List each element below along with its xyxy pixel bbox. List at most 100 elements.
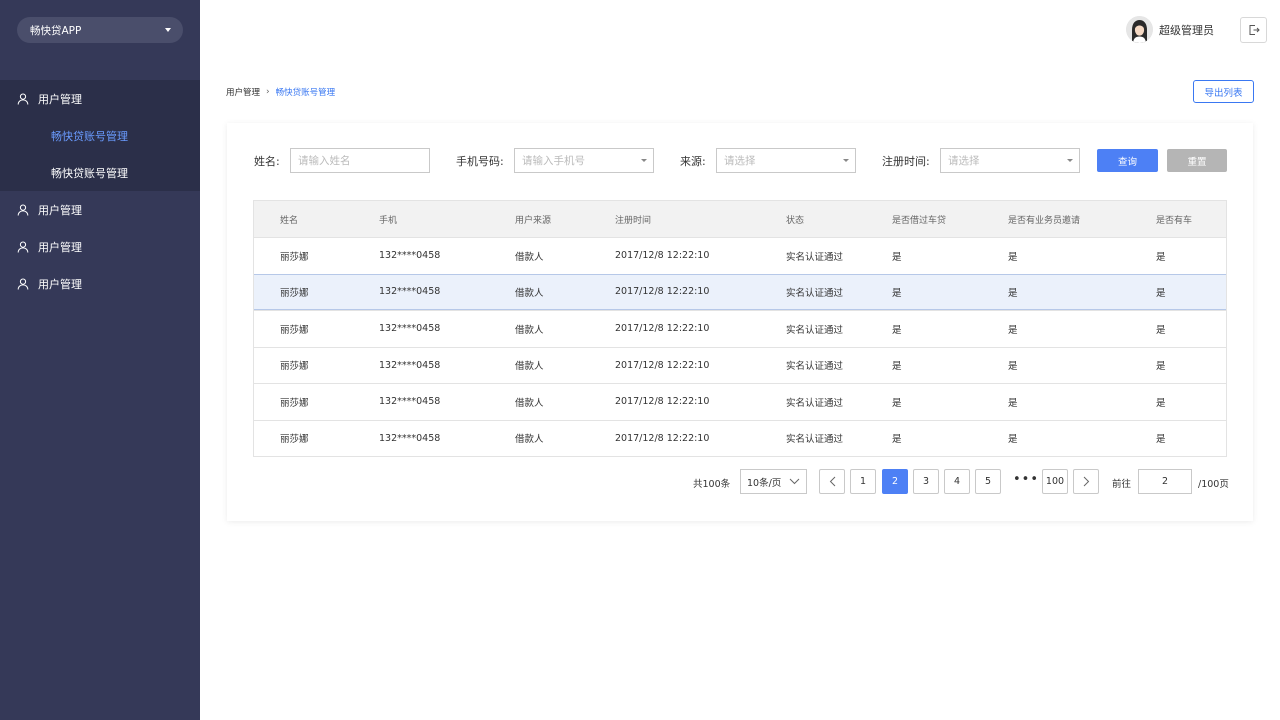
table-cell: 2017/12/8 12:22:10: [615, 250, 710, 262]
menu-item-user-management-2[interactable]: 用户管理: [0, 191, 200, 228]
name-input[interactable]: 请输入姓名: [290, 148, 430, 173]
column-header: 用户来源: [515, 215, 552, 226]
menu-item-user-management-3[interactable]: 用户管理: [0, 228, 200, 265]
page-button-1[interactable]: 1: [850, 469, 876, 494]
table-cell: 实名认证通过: [786, 397, 844, 409]
menu-item-label: 用户管理: [38, 277, 82, 291]
phone-input[interactable]: 请输入手机号: [514, 148, 654, 173]
page-button-last[interactable]: 100: [1042, 469, 1068, 494]
user-icon: [17, 93, 29, 105]
query-button[interactable]: 查询: [1097, 149, 1158, 172]
avatar-image: [1126, 16, 1153, 43]
table-cell: 2017/12/8 12:22:10: [615, 359, 710, 371]
chevron-right-icon: ›: [266, 87, 270, 97]
table-cell: 132****0458: [379, 250, 441, 262]
table-cell: 是: [892, 324, 902, 336]
export-list-button[interactable]: 导出列表: [1193, 80, 1254, 103]
source-select[interactable]: 请选择: [716, 148, 856, 173]
column-header: 是否有车: [1156, 215, 1193, 226]
table-cell: 实名认证通过: [786, 251, 844, 263]
app-name: 畅快贷APP: [30, 24, 82, 37]
reset-button[interactable]: 重置: [1167, 149, 1227, 172]
table-cell: 丽莎娜: [280, 251, 309, 263]
table-cell: 丽莎娜: [280, 324, 309, 336]
column-header: 状态: [786, 215, 805, 226]
caret-down-icon: [165, 28, 171, 32]
goto-label: 前往: [1112, 479, 1132, 490]
page-button-4[interactable]: 4: [944, 469, 970, 494]
table-cell: 丽莎娜: [280, 287, 309, 299]
breadcrumb: 用户管理 › 畅快贷账号管理: [226, 86, 335, 98]
table-row[interactable]: 丽莎娜 132****0458 借款人 2017/12/8 12:22:10 实名认证通…: [254, 237, 1226, 274]
menu-item-label: 用户管理: [38, 203, 82, 217]
user-icon: [17, 204, 29, 216]
logout-icon: [1249, 25, 1260, 35]
table-cell: 2017/12/8 12:22:10: [615, 323, 710, 335]
column-header: 是否有业务员邀请: [1008, 215, 1081, 226]
chevron-right-icon: [1083, 476, 1089, 487]
table-cell: 实名认证通过: [786, 324, 844, 336]
submenu-item-label: 畅快贷账号管理: [51, 129, 128, 143]
user-icon: [17, 241, 29, 253]
table-cell: 借款人: [515, 434, 544, 446]
table-cell: 是: [1008, 251, 1018, 263]
breadcrumb-current: 畅快贷账号管理: [275, 88, 336, 98]
table-cell: 是: [1008, 324, 1018, 336]
table-cell: 借款人: [515, 324, 544, 336]
submenu-item-account-management-2[interactable]: 畅快贷账号管理: [0, 154, 200, 191]
next-page-button[interactable]: [1073, 469, 1099, 494]
user-icon: [17, 278, 29, 290]
sidebar-menu: 用户管理 畅快贷账号管理 畅快贷账号管理 用户管理 用户管理 用户管理: [0, 80, 200, 302]
menu-item-user-management-4[interactable]: 用户管理: [0, 265, 200, 302]
table-row[interactable]: 丽莎娜 132****0458 借款人 2017/12/8 12:22:10 实名认证通…: [254, 273, 1226, 310]
table-cell: 132****0458: [379, 432, 441, 444]
menu-group-user-management: 用户管理 畅快贷账号管理 畅快贷账号管理: [0, 80, 200, 191]
table-cell: 是: [1156, 397, 1166, 409]
username: 超级管理员: [1159, 23, 1214, 37]
menu-item-label: 用户管理: [38, 92, 82, 106]
user-profile[interactable]: 超级管理员: [1126, 16, 1214, 43]
logout-button[interactable]: [1240, 17, 1267, 43]
user-table: 姓名 手机 用户来源 注册时间 状态 是否借过车贷 是否有业务员邀请 是否有车 丽莎娜 132**…: [253, 200, 1227, 457]
table-cell: 借款人: [515, 361, 544, 373]
column-header: 手机: [379, 215, 398, 226]
page-button-5[interactable]: 5: [975, 469, 1001, 494]
name-label: 姓名:: [254, 155, 280, 168]
menu-item-user-management[interactable]: 用户管理: [0, 80, 200, 117]
table-cell: 是: [1156, 434, 1166, 446]
table-row[interactable]: 丽莎娜 132****0458 借款人 2017/12/8 12:22:10 实名认证通…: [254, 346, 1226, 384]
table-cell: 实名认证通过: [786, 287, 844, 299]
table-row[interactable]: 丽莎娜 132****0458 借款人 2017/12/8 12:22:10 实名认证通…: [254, 310, 1226, 347]
content-card: 姓名: 请输入姓名 手机号码: 请输入手机号 来源: 请选择 注册时间: 请选择…: [227, 123, 1253, 521]
submenu-item-account-management[interactable]: 畅快贷账号管理: [0, 117, 200, 154]
page-size-select[interactable]: 10条/页: [740, 469, 807, 494]
table-cell: 是: [892, 251, 902, 263]
table-cell: 132****0458: [379, 359, 441, 371]
pagination-ellipsis[interactable]: •••: [1013, 472, 1039, 487]
regtime-placeholder: 请选择: [948, 155, 980, 167]
menu-item-label: 用户管理: [38, 240, 82, 254]
caret-down-icon: [1067, 159, 1073, 162]
column-header: 是否借过车贷: [892, 215, 947, 226]
page-button-3[interactable]: 3: [913, 469, 939, 494]
goto-page-input[interactable]: 2: [1138, 469, 1192, 494]
table-cell: 是: [1156, 251, 1166, 263]
table-cell: 是: [1008, 397, 1018, 409]
table-cell: 借款人: [515, 397, 544, 409]
breadcrumb-item[interactable]: 用户管理: [226, 86, 260, 98]
total-count: 共100条: [693, 479, 731, 490]
table-cell: 实名认证通过: [786, 361, 844, 373]
avatar: [1126, 16, 1153, 43]
page-button-2[interactable]: 2: [882, 469, 908, 494]
pages-total: /100页: [1198, 479, 1229, 490]
prev-page-button[interactable]: [819, 469, 845, 494]
table-row[interactable]: 丽莎娜 132****0458 借款人 2017/12/8 12:22:10 实名认证通…: [254, 383, 1226, 420]
table-cell: 实名认证通过: [786, 434, 844, 446]
submenu-item-label: 畅快贷账号管理: [51, 166, 128, 180]
app-selector[interactable]: 畅快贷APP: [17, 17, 183, 43]
regtime-select[interactable]: 请选择: [940, 148, 1080, 173]
table-cell: 丽莎娜: [280, 361, 309, 373]
source-label: 来源:: [680, 155, 706, 168]
table-row[interactable]: 丽莎娜 132****0458 借款人 2017/12/8 12:22:10 实名认证通…: [254, 419, 1226, 457]
table-cell: 2017/12/8 12:22:10: [615, 432, 710, 444]
